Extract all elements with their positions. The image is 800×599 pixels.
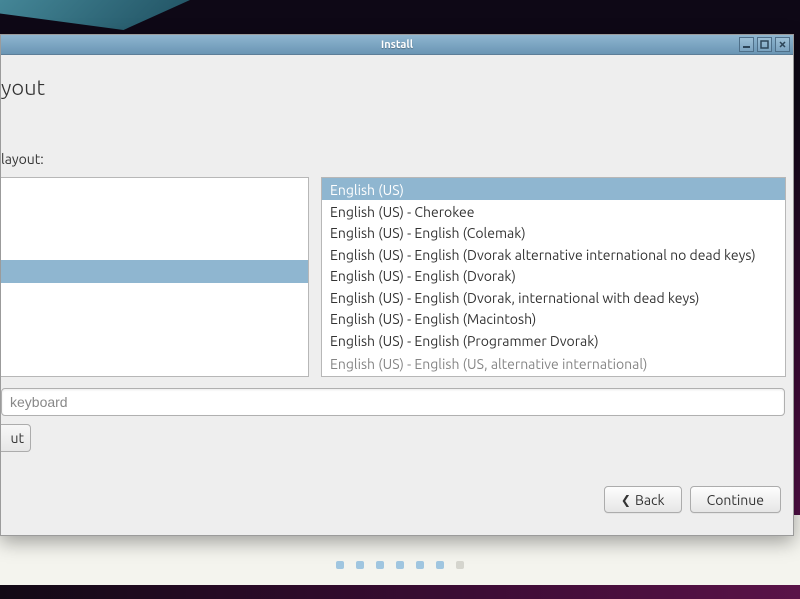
continue-label: Continue [707,492,764,508]
progress-dot [456,561,464,569]
close-button[interactable] [775,37,790,52]
page-title: yout [1,75,45,100]
progress-dots [0,561,800,569]
variant-item[interactable]: English (US) - English (Dvorak) [322,264,785,286]
instruction-label: layout: [1,151,44,167]
minimize-button[interactable] [739,37,754,52]
window-controls [739,37,790,52]
back-label: Back [635,492,665,508]
detect-layout-button[interactable]: ut [1,424,31,452]
progress-dot [356,561,364,569]
variant-item[interactable]: English (US) - English (Programmer Dvora… [322,329,785,351]
desktop-bottom-bar [0,585,800,599]
keyboard-test-input[interactable] [1,388,785,416]
nav-buttons: ❮ Back Continue [604,486,781,513]
progress-dot [396,561,404,569]
titlebar[interactable]: Install [1,35,793,55]
variant-item[interactable]: English (US) - English (Colemak) [322,221,785,243]
continue-button[interactable]: Continue [690,486,781,513]
progress-dot [336,561,344,569]
window-title: Install [381,39,413,51]
progress-dot [416,561,424,569]
progress-dot [376,561,384,569]
maximize-button[interactable] [757,37,772,52]
window-content: yout layout: English (US)English (US) - … [1,55,793,535]
variant-list[interactable]: English (US)English (US) - CherokeeEngli… [321,177,786,377]
variant-item[interactable]: English (US) - Cherokee [322,200,785,222]
variant-item[interactable]: English (US) - English (Dvorak, internat… [322,286,785,308]
variant-item[interactable]: English (US) - English (Macintosh) [322,307,785,329]
variant-item[interactable]: English (US) [322,178,785,200]
detect-layout-label: ut [11,430,25,446]
layout-list[interactable] [1,177,309,377]
install-window: Install yout layout: English (US)English… [0,34,794,536]
variant-item[interactable]: English (US) - English (US, alternative … [322,352,785,374]
layout-list-selection [1,260,308,283]
variant-item[interactable]: English (US) - English (Dvorak alternati… [322,243,785,265]
back-button[interactable]: ❮ Back [604,486,682,513]
chevron-left-icon: ❮ [621,493,631,507]
progress-dot [436,561,444,569]
